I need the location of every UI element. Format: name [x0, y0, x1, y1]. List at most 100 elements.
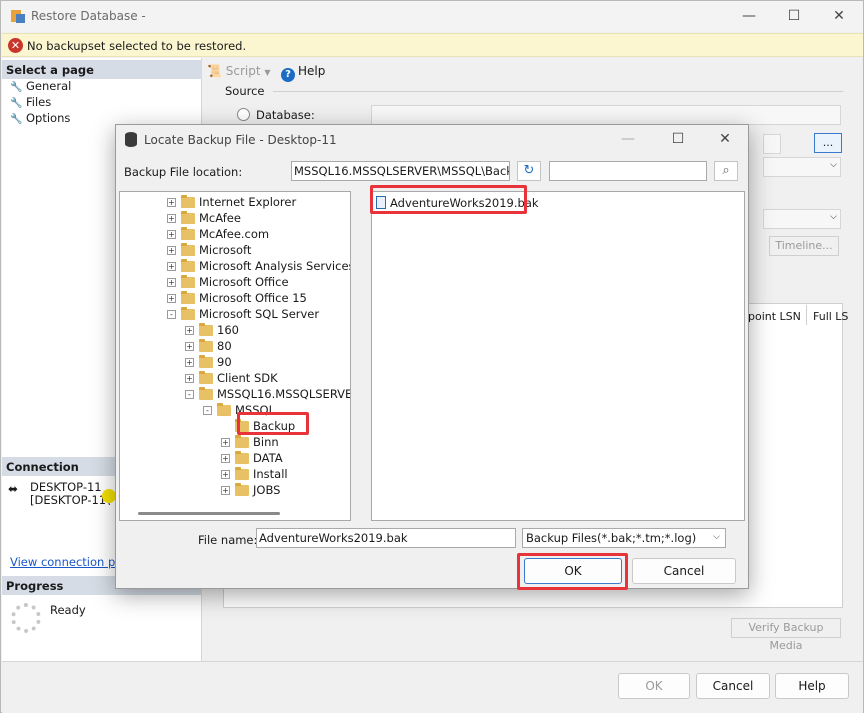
folder-icon — [235, 466, 249, 480]
folder-icon — [181, 306, 195, 320]
maximize-icon: ☐ — [671, 131, 685, 147]
wrench-icon: 🔧 — [10, 98, 23, 109]
close-icon: ✕ — [833, 8, 845, 24]
folder-icon — [199, 354, 213, 368]
page-item-files[interactable]: 🔧 Files — [10, 95, 51, 109]
database-dropdown-end[interactable]: ⌵ — [763, 157, 841, 177]
collapse-icon[interactable]: - — [167, 309, 176, 319]
ok-highlight — [517, 553, 628, 590]
tree-item[interactable]: + McAfee — [167, 210, 241, 226]
tree-item[interactable]: +160 — [185, 322, 239, 338]
expand-icon[interactable]: + — [185, 373, 194, 383]
expand-icon[interactable]: + — [221, 469, 230, 479]
folder-icon — [181, 210, 195, 224]
expand-icon[interactable]: + — [185, 341, 194, 351]
device-field-end — [763, 134, 781, 154]
tree-item[interactable]: + McAfee.com — [167, 226, 269, 242]
restore-database-icon — [11, 10, 25, 23]
expand-icon[interactable]: + — [167, 197, 176, 207]
folder-icon — [235, 450, 249, 464]
tree-item[interactable]: + Install — [221, 466, 288, 482]
folder-icon — [181, 290, 195, 304]
grid-column-divider — [806, 305, 807, 325]
expand-icon[interactable]: + — [167, 277, 176, 287]
page-item-options[interactable]: 🔧 Options — [10, 111, 70, 125]
tree-item-label: Microsoft Analysis Services — [199, 259, 351, 273]
folder-icon — [235, 482, 249, 496]
expand-icon[interactable]: + — [221, 437, 230, 447]
tree-horizontal-scrollbar[interactable] — [138, 512, 280, 515]
select-page-header: Select a page — [2, 60, 202, 79]
minimize-icon: — — [621, 131, 635, 147]
help-dialog-button[interactable]: Help — [775, 673, 849, 699]
server-instance: [DESKTOP-11\ — [30, 493, 110, 507]
help-button[interactable]: ? Help — [281, 64, 325, 82]
verify-backup-media-button[interactable]: Verify Backup Media — [731, 618, 841, 652]
search-icon: ⌕ — [722, 163, 730, 178]
tree-item[interactable]: + Client SDK — [185, 370, 278, 386]
folder-icon — [199, 370, 213, 384]
tree-item[interactable]: - MSSQL16.MSSQLSERVER — [185, 386, 350, 402]
database-select[interactable] — [371, 105, 841, 125]
tree-item-label: Microsoft Office 15 — [199, 291, 307, 305]
expand-icon[interactable]: + — [221, 453, 230, 463]
tree-item[interactable]: + Microsoft Office 15 — [167, 290, 307, 306]
expand-icon[interactable]: + — [167, 213, 176, 223]
tree-item[interactable]: + Microsoft — [167, 242, 251, 258]
expand-icon[interactable]: + — [185, 325, 194, 335]
dialog-minimize-button[interactable]: — — [606, 126, 650, 152]
tree-item[interactable]: + Microsoft Office — [167, 274, 289, 290]
tree-item[interactable]: + JOBS — [221, 482, 280, 498]
close-button[interactable]: ✕ — [817, 3, 861, 29]
tree-item[interactable]: + DATA — [221, 450, 283, 466]
tree-item[interactable]: + Internet Explorer — [167, 194, 296, 210]
expand-icon[interactable]: + — [167, 261, 176, 271]
expand-icon[interactable]: + — [185, 357, 194, 367]
tree-item-label: Microsoft Office — [199, 275, 289, 289]
col-checkpoint-lsn: point LSN — [748, 310, 801, 323]
dialog-title-bar: Locate Backup File - Desktop-11 — ☐ ✕ — [116, 125, 748, 155]
file-highlight — [370, 185, 527, 214]
expand-icon[interactable]: + — [221, 485, 230, 495]
folder-tree[interactable]: + Internet Explorer + McAfee + McAfee.com + Mic… — [119, 191, 351, 521]
maximize-button[interactable]: ☐ — [772, 3, 816, 29]
progress-spinner-icon — [11, 603, 41, 633]
script-button[interactable]: 📜 Script ▼ — [207, 64, 271, 78]
refresh-icon: ↻ — [523, 163, 535, 178]
search-input[interactable] — [549, 161, 707, 181]
cancel-button[interactable]: Cancel — [696, 673, 770, 699]
database-radio[interactable] — [237, 108, 250, 121]
tree-item[interactable]: + Binn — [221, 434, 279, 450]
file-name-input[interactable]: AdventureWorks2019.bak — [256, 528, 516, 548]
file-list[interactable]: AdventureWorks2019.bak — [371, 191, 745, 521]
expand-icon[interactable]: + — [167, 293, 176, 303]
file-type-value: Backup Files(*.bak;*.tm;*.log) — [526, 531, 697, 545]
help-label: Help — [298, 64, 326, 78]
tree-item[interactable]: +90 — [185, 354, 232, 370]
tree-item-label: Client SDK — [217, 371, 278, 385]
browse-device-button[interactable]: ... — [814, 133, 842, 153]
ok-button[interactable]: OK — [618, 673, 690, 699]
tree-item[interactable]: - Microsoft SQL Server — [167, 306, 319, 322]
expand-icon[interactable]: + — [167, 245, 176, 255]
collapse-icon[interactable]: - — [185, 389, 194, 399]
dialog-maximize-button[interactable]: ☐ — [656, 126, 700, 152]
tree-item-label: Microsoft SQL Server — [199, 307, 320, 321]
minimize-button[interactable]: — — [727, 3, 771, 29]
restore-to-dropdown-end[interactable]: ⌵ — [763, 209, 841, 229]
file-type-select[interactable]: Backup Files(*.bak;*.tm;*.log) ⌵ — [522, 528, 726, 548]
dialog-close-button[interactable]: ✕ — [703, 126, 747, 152]
folder-icon — [217, 402, 231, 416]
timeline-button[interactable]: Timeline... — [769, 236, 839, 256]
expand-icon[interactable]: + — [167, 229, 176, 239]
tree-item[interactable]: + Microsoft Analysis Services — [167, 258, 351, 274]
refresh-button[interactable]: ↻ — [517, 161, 541, 181]
tree-item[interactable]: +80 — [185, 338, 232, 354]
collapse-icon[interactable]: - — [203, 405, 212, 415]
chevron-down-icon: ⌵ — [830, 212, 837, 222]
server-name: DESKTOP-11 — [30, 480, 102, 494]
page-item-general[interactable]: 🔧 General — [10, 79, 71, 93]
dialog-cancel-button[interactable]: Cancel — [632, 558, 736, 584]
backup-location-input[interactable]: MSSQL16.MSSQLSERVER\MSSQL\Backup — [291, 161, 510, 181]
search-button[interactable]: ⌕ — [714, 161, 738, 181]
